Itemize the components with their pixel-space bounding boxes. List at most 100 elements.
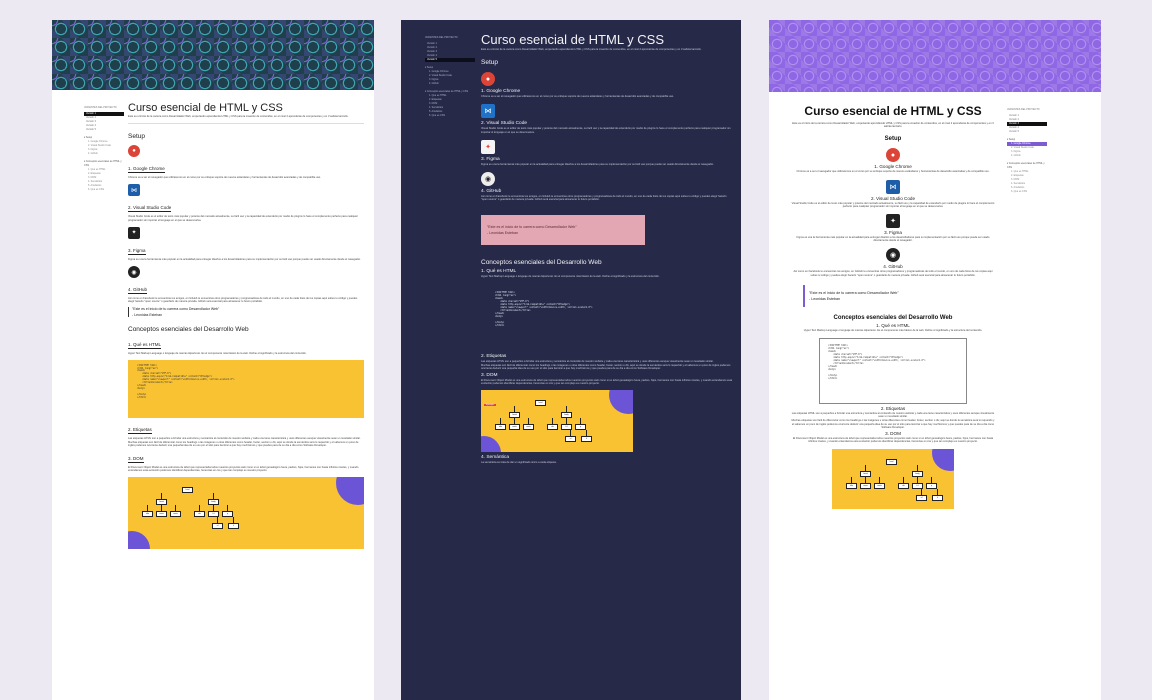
tool-text-figma: Figma es una la herramienta más popular … [796,236,990,243]
main-content: Curso esencial de HTML y CSS Este es el … [128,102,364,549]
dom-node-html: html [182,486,193,493]
variant-3-page: VARIANTES DEL PROYECTO Versión 1 Versión… [769,20,1101,700]
variant-1-page: VARIANTES DEL PROYECTO Versión 1 Versión… [52,20,374,700]
concept-text-tags: Las etiquetas HTML son a pequeños a brin… [128,436,361,440]
tool-text-chrome: Chrome es a ser el navegador que utiliza… [481,95,674,99]
sidebar-link-css[interactable]: 6. Qué es CSS [1007,190,1047,194]
vscode-icon: ⋈ [481,104,495,119]
dom-node-li: li [581,435,592,442]
dom-node-p: p [222,510,233,517]
variant-2-page: VARIANTES DEL PROYECTO Versión 1 Versión… [401,20,741,700]
quote-author: - Leonidas Esteban [487,231,518,236]
concepts-heading: Conceptos esenciales del Desarrollo Web [481,259,602,267]
tool-title-figma: 3. Figma [128,247,146,255]
dom-node-title: title [846,483,857,490]
page-title: Curso esencial de HTML y CSS [804,104,982,118]
figma-icon: ✦ [128,226,140,239]
concept-text-html: Hyper Text Markup Language o lenguaje de… [128,352,307,356]
intro-text: Este es el inicio de la carrera como Des… [481,48,702,51]
setup-heading: Setup [481,59,498,67]
code-block: <!DOCTYPE html> <html lang="es"> <head> … [128,359,364,418]
dom-node-head: head [156,498,167,505]
sidebar-item-version-5[interactable]: Versión 5 [425,58,475,62]
github-icon: ◉ [128,266,140,279]
dom-node-div: div [194,510,205,517]
concept-text-tags-2: Muchas etiquetas son fácil de diferencia… [791,419,995,429]
sidebar-link-css[interactable]: 6. Qué es CSS [425,114,475,118]
page-title: Curso esencial de HTML y CSS [481,32,665,47]
github-icon: ◉ [481,172,495,187]
tool-title-chrome: 1. Google Chrome [874,164,912,170]
quote-text: "Este es el inicio de tu carrera como De… [809,290,899,295]
concept-text-tags-2: Muchas etiquetas son fácil de diferencia… [481,363,731,371]
concept-text-dom: El Document Object Model es una estructu… [792,437,994,444]
page-banner [52,20,374,90]
concept-title-tags: 2. Etiquetas [481,353,507,359]
dom-node-title: title [495,423,506,430]
sidebar-group-concepts[interactable]: ▾ Conceptos esenciales de HTML y CSS [1007,162,1047,170]
concept-title-dom: 3. DOM [481,373,498,379]
tool-title-github: 4. GitHub [481,189,502,195]
dom-node-ul: ul [916,495,927,502]
main-content: Curso esencial de HTML y CSS Este es el … [481,32,733,464]
dom-node-div: div [898,483,909,490]
tool-text-vscode: Visual Studio Code es el editor de texto… [791,201,995,208]
dom-node-head: head [509,411,520,418]
tool-text-chrome: Chrome es a ser el navegador que utiliza… [796,170,990,174]
sidebar-link-css[interactable]: 6. Qué es CSS [84,188,124,192]
concept-text-dom: El Document Object Model es una estructu… [481,379,733,386]
dom-node-ul: ul [565,435,576,442]
quote-block: "Este es el inicio de tu carrera como De… [481,215,645,246]
tool-title-vscode: 2. Visual Studio Code [870,195,916,201]
dom-node-body: body [208,498,219,505]
concept-text-html: Hyper Text Markup Language o lenguaje de… [803,328,983,332]
concept-title-dom: 3. DOM [128,456,144,464]
sidebar-link-github[interactable]: 4. Github [425,82,475,86]
tool-title-vscode: 2. Visual Studio Code [481,121,528,127]
dom-node-meta: meta [860,483,871,490]
dom-node-meta: meta [170,510,181,517]
tool-text-vscode: Visual Studio Code es el editor de texto… [481,127,731,134]
sidebar: VARIANTES DEL PROYECTO Versión 1 Versión… [84,106,124,192]
concept-text-html: Hyper Text Markup Language o lenguaje de… [481,275,660,279]
sidebar-item-version-5[interactable]: Versión 5 [1007,130,1047,134]
main-content: Curso esencial de HTML y CSS Este es el … [791,104,995,510]
intro-text: Este es el inicio de la carrera como Des… [128,115,349,118]
sidebar-group-concepts[interactable]: ▾ Conceptos esenciales de HTML y CSS [84,160,124,168]
concept-text-tags: Las etiquetas HTML son a pequeños a brin… [481,359,714,363]
concepts-heading: Conceptos esenciales del Desarrollo Web [128,326,249,334]
tool-title-figma: 3. Figma [481,156,500,162]
dom-tree-image: Ejemplo html head body title meta meta div h1 p u… [481,389,633,452]
tool-title-chrome: 1. Google Chrome [481,89,521,95]
dom-node-ul: ul [212,522,223,529]
figma-icon: ✦ [886,214,900,229]
dom-node-head: head [860,471,871,478]
quote-author: - Leonidas Esteban [132,313,163,318]
quote-text: "Este es el inicio de tu carrera como De… [132,307,220,312]
page-title: Curso esencial de HTML y CSS [128,102,283,114]
concept-title-tags: 2. Etiquetas [128,426,152,434]
sidebar: VARIANTES DEL PROYECTO Versión 1 Versión… [1007,108,1047,194]
setup-heading: Setup [128,133,145,141]
sidebar-link-github[interactable]: 4. Github [84,152,124,156]
quote-author: - Leonidas Esteban [809,296,840,301]
dom-node-title: title [142,510,153,517]
dom-node-meta: meta [509,423,520,430]
concept-title-dom: 3. DOM [885,431,901,437]
code-block: <!DOCTYPE html> <html lang="es"> <head> … [819,338,967,405]
dom-node-body: body [912,471,923,478]
dom-tree-image: html head body title meta meta div h1 p ul li [832,449,954,510]
chrome-icon: ● [481,72,495,87]
dom-node-body: body [561,411,572,418]
tool-text-github: Así como en Facebook te encuentras tus a… [128,297,358,304]
sidebar-item-version-5[interactable]: Versión 5 [84,128,124,132]
sidebar-link-github[interactable]: 4. Github [1007,154,1047,158]
setup-heading: Setup [884,136,902,143]
dom-node-p: p [926,483,937,490]
dom-node-h1: h1 [561,423,572,430]
github-icon: ◉ [886,248,900,263]
tool-text-github: Así como en Facebook te encuentras tus a… [793,270,993,277]
concept-title-tags: 2. Etiquetas [880,406,906,412]
chrome-icon: ● [128,145,140,158]
dom-node-html: html [535,399,546,406]
